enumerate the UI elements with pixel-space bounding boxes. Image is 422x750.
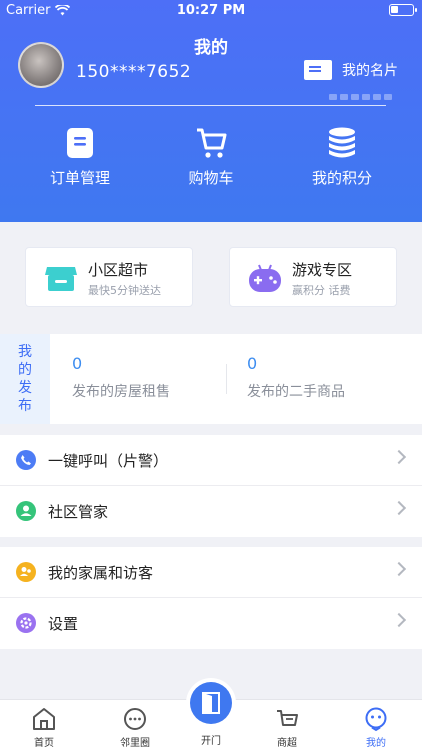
profile-summary[interactable]: 150****7652 我的名片 xyxy=(0,42,422,106)
my-card-button[interactable]: 我的名片 xyxy=(304,60,398,80)
menu-label: 设置 xyxy=(48,615,79,633)
call-police-row[interactable]: 一键呼叫（片警） xyxy=(0,435,422,486)
cart-button[interactable]: 购物车 xyxy=(151,126,271,188)
cart-label: 购物车 xyxy=(188,169,234,187)
games-card[interactable]: 游戏专区 赢积分 话费 xyxy=(229,247,397,307)
page-title: 我的 xyxy=(194,38,228,58)
promo-subtitle: 最快5分钟送达 xyxy=(88,284,161,297)
secondhand-label: 发布的二手商品 xyxy=(247,384,345,400)
promo-title: 游戏专区 xyxy=(292,261,353,279)
battery-icon xyxy=(389,4,417,16)
tab-neighborhood[interactable]: 邻里圈 xyxy=(93,700,177,749)
tab-home[interactable]: 首页 xyxy=(2,700,86,749)
chat-icon xyxy=(122,706,148,732)
house-listings-count: 0 xyxy=(72,354,83,373)
house-listings-stat[interactable]: 0 发布的房屋租售 xyxy=(72,354,170,401)
tab-market[interactable]: 商超 xyxy=(245,700,329,749)
family-visitors-row[interactable]: 我的家属和访客 xyxy=(0,547,422,598)
secondhand-count: 0 xyxy=(247,354,258,373)
orders-button[interactable]: 订单管理 xyxy=(20,126,140,188)
menu-label: 我的家属和访客 xyxy=(48,564,154,582)
decorative-dots xyxy=(329,94,392,100)
profile-header: Carrier 10:27 PM 我的 150****7652 我的名片 订单管… xyxy=(0,0,422,222)
phone-icon xyxy=(16,450,36,470)
open-door-label: 开门 xyxy=(201,736,221,747)
coins-icon xyxy=(324,126,360,160)
cart-icon xyxy=(193,126,229,160)
my-publish-panel: 我的发布 0 发布的房屋租售 0 发布的二手商品 xyxy=(0,334,422,424)
open-door-button[interactable] xyxy=(186,678,236,728)
tab-label: 邻里圈 xyxy=(120,738,150,749)
promo-subtitle: 赢积分 话费 xyxy=(292,284,351,297)
basket-icon xyxy=(274,706,300,732)
supermarket-card[interactable]: 小区超市 最快5分钟送达 xyxy=(25,247,193,307)
menu-label: 一键呼叫（片警） xyxy=(48,452,169,470)
business-card-icon xyxy=(304,60,332,80)
phone-number: 150****7652 xyxy=(76,62,192,82)
clock: 10:27 PM xyxy=(176,3,246,18)
chevron-right-icon xyxy=(391,561,407,577)
header-divider xyxy=(35,105,386,106)
profile-icon xyxy=(363,706,389,732)
publish-tag: 我的发布 xyxy=(0,334,50,424)
home-icon xyxy=(31,706,57,732)
user-icon xyxy=(16,501,36,521)
tab-label: 我的 xyxy=(366,738,386,749)
chevron-right-icon xyxy=(391,612,407,628)
publish-divider xyxy=(226,364,227,394)
clipboard-icon xyxy=(62,126,98,160)
points-label: 我的积分 xyxy=(311,169,372,187)
avatar[interactable] xyxy=(18,42,64,88)
settings-row[interactable]: 设置 xyxy=(0,598,422,649)
status-bar: Carrier 10:27 PM xyxy=(0,0,422,22)
promo-title: 小区超市 xyxy=(88,261,149,279)
menu-group-2: 我的家属和访客 设置 xyxy=(0,547,422,649)
family-icon xyxy=(16,562,36,582)
tab-label: 首页 xyxy=(34,738,54,749)
house-listings-label: 发布的房屋租售 xyxy=(72,384,170,400)
chevron-right-icon xyxy=(391,449,407,465)
community-butler-row[interactable]: 社区管家 xyxy=(0,486,422,537)
door-icon xyxy=(190,682,232,724)
menu-label: 社区管家 xyxy=(48,503,109,521)
gamepad-icon xyxy=(248,261,282,295)
points-button[interactable]: 我的积分 xyxy=(282,126,402,188)
settings-icon xyxy=(16,613,36,633)
my-card-label: 我的名片 xyxy=(342,63,398,79)
chevron-right-icon xyxy=(391,500,407,516)
tab-label: 商超 xyxy=(277,738,297,749)
menu-group-1: 一键呼叫（片警） 社区管家 xyxy=(0,435,422,537)
tab-mine[interactable]: 我的 xyxy=(334,700,418,749)
orders-label: 订单管理 xyxy=(49,169,110,187)
store-icon xyxy=(44,261,78,295)
secondhand-stat[interactable]: 0 发布的二手商品 xyxy=(247,354,345,401)
